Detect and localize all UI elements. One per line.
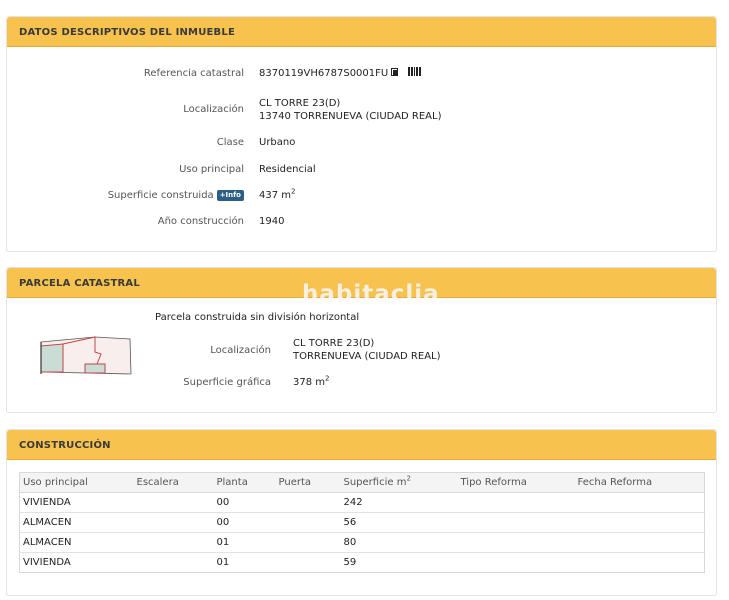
- localizacion-label: Localización: [183, 104, 244, 115]
- copy-icon[interactable]: [391, 68, 399, 77]
- datos-descriptivos-title: DATOS DESCRIPTIVOS DEL INMUEBLE: [7, 17, 716, 47]
- table-cell: 56: [340, 512, 458, 533]
- col-planta: Planta: [213, 472, 276, 493]
- table-cell: [457, 532, 575, 553]
- table-cell: 59: [343, 557, 357, 568]
- parcela-subtitle: Parcela construida sin división horizont…: [155, 312, 360, 323]
- localizacion-row: Localización CL TORRE 23(D) 13740 TORREN…: [7, 98, 718, 122]
- table-cell: [133, 492, 214, 513]
- superficie-grafica-row: Superficie gráfica 378 m2: [7, 374, 718, 390]
- table-cell: VIVIENDA: [19, 492, 134, 513]
- col-superficie: Superficie m2: [340, 472, 458, 493]
- watermark: habitaclia: [302, 281, 440, 307]
- anio-construccion-value: 1940: [259, 216, 285, 227]
- table-header-row: Uso principal Escalera Planta Puerta Sup…: [19, 472, 705, 493]
- table-cell: [457, 512, 575, 533]
- table-cell: 01: [213, 532, 276, 553]
- table-cell: [134, 553, 214, 573]
- table-cell: [574, 512, 705, 533]
- table-cell: [458, 553, 575, 573]
- superficie-grafica-label: Superficie gráfica: [183, 377, 271, 388]
- construccion-title: CONSTRUCCIÓN: [7, 430, 716, 460]
- localizacion-line1: CL TORRE 23(D): [259, 98, 341, 109]
- table-cell: [276, 553, 341, 573]
- superficie-construida-label: Superficie construida: [107, 190, 214, 201]
- parcela-localizacion-line1: CL TORRE 23(D): [293, 338, 375, 349]
- plot-building-right: [84, 363, 106, 374]
- table-cell: 00: [213, 492, 276, 513]
- anio-construccion-label: Año construcción: [157, 216, 244, 227]
- col-tipo-reforma: Tipo Reforma: [457, 472, 575, 493]
- referencia-label: Referencia catastral: [143, 68, 244, 79]
- uso-principal-row: Uso principal Residencial: [7, 163, 718, 177]
- col-uso-principal: Uso principal: [19, 472, 134, 493]
- table-cell: 242: [340, 492, 458, 513]
- construccion-panel: CONSTRUCCIÓN Uso principal Escalera Plan…: [6, 429, 717, 596]
- superficie-construida-value-wrap: 437 m2: [259, 187, 296, 203]
- referencia-value-wrap: 8370119VH6787S0001FU: [259, 67, 422, 81]
- table-row: VIVIENDA 01 59: [20, 553, 705, 573]
- referencia-row: Referencia catastral 8370119VH6787S0001F…: [7, 67, 718, 81]
- table-cell: 01: [216, 557, 230, 568]
- superficie-grafica-sup: 2: [325, 374, 330, 383]
- col-escalera: Escalera: [133, 472, 214, 493]
- table-cell: [133, 512, 214, 533]
- clase-label: Clase: [216, 137, 244, 148]
- table-cell: [457, 492, 575, 513]
- table-cell: 80: [340, 532, 458, 553]
- table-cell: [275, 492, 341, 513]
- table-row: ALMACEN 01 80: [19, 532, 705, 553]
- parcela-localizacion-row: Localización CL TORRE 23(D) TORRENUEVA (…: [7, 338, 718, 362]
- table-cell: [275, 512, 341, 533]
- uso-principal-label: Uso principal: [179, 164, 244, 175]
- clase-value: Urbano: [259, 137, 296, 148]
- superficie-unit-sup: 2: [291, 187, 296, 196]
- table-cell: [275, 532, 341, 553]
- table-row: ALMACEN 00 56: [19, 512, 705, 533]
- table-cell: [574, 532, 705, 553]
- table-cell: [575, 553, 705, 573]
- table-cell: [574, 492, 705, 513]
- info-badge[interactable]: +Info: [216, 190, 244, 201]
- superficie-construida-row: Superficie construida +Info 437 m2: [7, 187, 718, 203]
- col-fecha-reforma: Fecha Reforma: [574, 472, 705, 493]
- superficie-construida-value: 437 m: [259, 190, 292, 201]
- table-cell: VIVIENDA: [23, 557, 71, 568]
- datos-descriptivos-panel: DATOS DESCRIPTIVOS DEL INMUEBLE Referenc…: [6, 16, 717, 252]
- localizacion-line2: 13740 TORRENUEVA (CIUDAD REAL): [259, 111, 442, 122]
- table-cell: 00: [213, 512, 276, 533]
- parcela-localizacion-label: Localización: [210, 345, 271, 356]
- table-cell: ALMACEN: [19, 512, 134, 533]
- clase-row: Clase Urbano: [7, 136, 718, 150]
- uso-principal-value: Residencial: [259, 164, 316, 175]
- superficie-grafica-value: 378 m: [293, 377, 326, 388]
- barcode-icon[interactable]: [408, 67, 422, 76]
- table-row: VIVIENDA 00 242: [19, 492, 705, 513]
- parcela-localizacion-line2: TORRENUEVA (CIUDAD REAL): [293, 351, 441, 362]
- anio-construccion-row: Año construcción 1940: [7, 215, 718, 229]
- construccion-table: Uso principal Escalera Planta Puerta Sup…: [19, 472, 705, 573]
- col-puerta: Puerta: [275, 472, 341, 493]
- superficie-grafica-value-wrap: 378 m2: [293, 374, 330, 390]
- table-cell: [133, 532, 214, 553]
- table-cell: ALMACEN: [19, 532, 134, 553]
- referencia-value[interactable]: 8370119VH6787S0001FU: [259, 68, 388, 79]
